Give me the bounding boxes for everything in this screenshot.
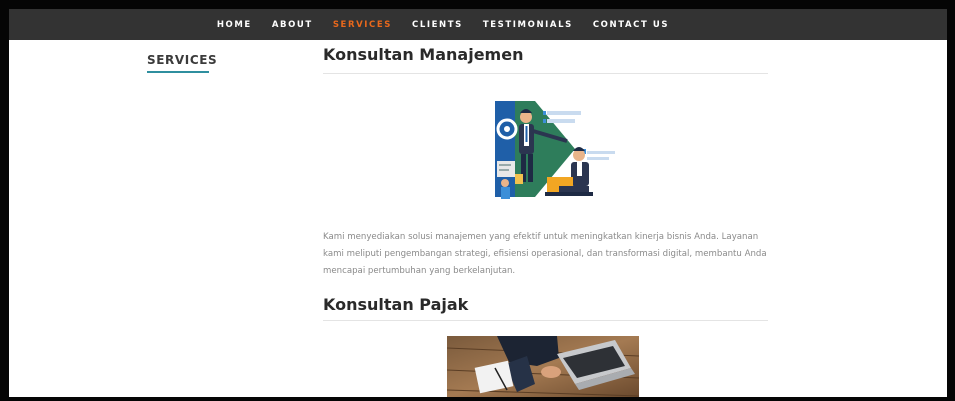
nav-item-testimonials[interactable]: TESTIMONIALS bbox=[483, 20, 573, 30]
window-frame-bottom bbox=[0, 397, 955, 401]
page-viewport: HOME ABOUT SERVICES CLIENTS TESTIMONIALS… bbox=[9, 9, 947, 397]
sidebar-title: SERVICES bbox=[147, 53, 218, 67]
section-divider-tax bbox=[323, 320, 768, 321]
main-navbar: HOME ABOUT SERVICES CLIENTS TESTIMONIALS… bbox=[9, 9, 947, 40]
nav-item-contact-us[interactable]: CONTACT US bbox=[593, 20, 669, 30]
window-frame-right bbox=[947, 0, 955, 401]
window-frame-left bbox=[0, 0, 9, 401]
section-divider bbox=[323, 73, 768, 74]
sidebar-title-underline bbox=[147, 71, 209, 73]
section-header-management: Konsultan Manajemen bbox=[323, 45, 768, 74]
laptop-desk-photo bbox=[447, 336, 639, 397]
nav-item-clients[interactable]: CLIENTS bbox=[412, 20, 463, 30]
nav-item-about[interactable]: ABOUT bbox=[272, 20, 313, 30]
management-consulting-illustration bbox=[495, 101, 615, 199]
nav-item-home[interactable]: HOME bbox=[217, 20, 252, 30]
section-title: Konsultan Manajemen bbox=[323, 45, 524, 64]
section-title-tax: Konsultan Pajak bbox=[323, 295, 469, 314]
section-description: Kami menyediakan solusi manajemen yang e… bbox=[323, 232, 767, 276]
window-frame-top bbox=[0, 0, 955, 9]
nav-item-services[interactable]: SERVICES bbox=[333, 20, 392, 30]
